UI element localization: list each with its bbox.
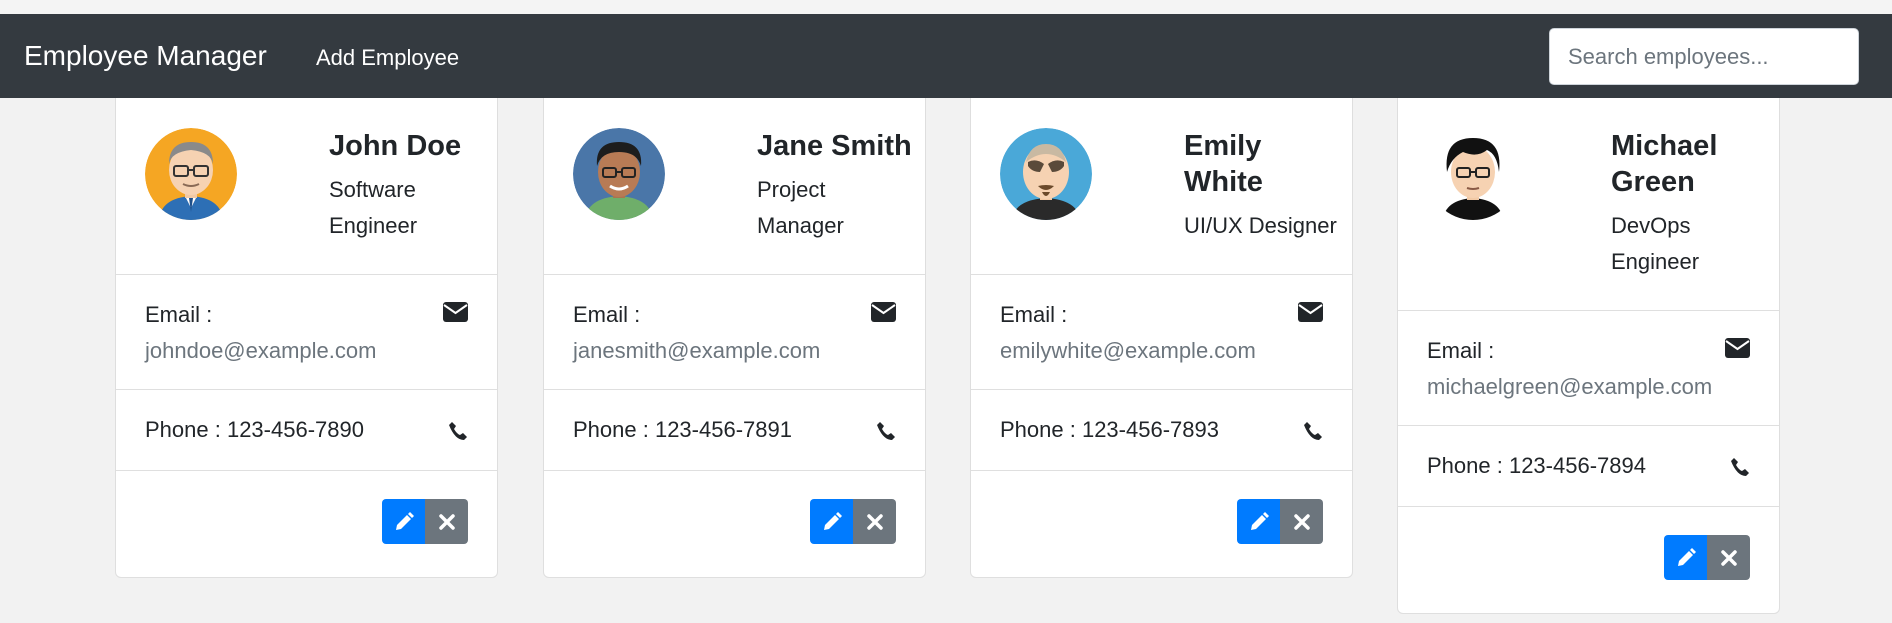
email-value: michaelgreen@example.com	[1427, 374, 1713, 399]
card-actions	[1398, 507, 1779, 613]
card-header: Emily White UI/UX Designer	[971, 98, 1352, 275]
envelope-icon[interactable]	[1298, 297, 1323, 333]
avatar-emily-icon	[1000, 128, 1092, 220]
pencil-icon	[823, 511, 842, 530]
envelope-icon[interactable]	[1725, 333, 1750, 369]
employee-title: UI/UX Designer	[1184, 213, 1337, 238]
employee-name: Michael Green	[1611, 130, 1718, 198]
delete-button[interactable]	[425, 499, 468, 544]
email-label: Email :	[1427, 338, 1495, 363]
edit-button[interactable]	[1664, 535, 1707, 580]
card-header: Michael Green DevOps Engineer	[1398, 98, 1779, 311]
edit-button[interactable]	[382, 499, 425, 544]
phone-row: Phone : 123-456-7891	[544, 390, 925, 471]
email-label: Email :	[573, 302, 641, 327]
employee-title: Software Engineer	[329, 177, 418, 238]
employee-card: Jane Smith Project Manager Email : janes…	[543, 98, 926, 578]
brand-link[interactable]: Employee Manager	[24, 38, 267, 74]
envelope-icon[interactable]	[443, 297, 468, 333]
search-input[interactable]	[1549, 28, 1859, 85]
phone-text: Phone : 123-456-7891	[573, 417, 792, 442]
pencil-icon	[1677, 547, 1696, 566]
avatar-jane-icon	[573, 128, 665, 220]
email-value: johndoe@example.com	[145, 338, 377, 363]
edit-button[interactable]	[810, 499, 853, 544]
avatar	[1427, 128, 1519, 220]
x-icon	[1293, 513, 1310, 530]
employee-card: Emily White UI/UX Designer Email : emily…	[970, 98, 1353, 578]
x-icon	[1720, 549, 1737, 566]
card-actions	[116, 471, 497, 577]
employee-title: Project Manager	[757, 177, 844, 238]
employee-card: Michael Green DevOps Engineer Email : mi…	[1397, 98, 1780, 614]
employee-name: John Doe	[329, 130, 462, 162]
email-row: Email : janesmith@example.com	[544, 275, 925, 390]
navbar: Employee Manager Add Employee	[0, 14, 1892, 98]
action-button-group	[1237, 499, 1323, 544]
pencil-icon	[395, 511, 414, 530]
email-label: Email :	[145, 302, 213, 327]
employee-card: John Doe Software Engineer Email : johnd…	[115, 98, 498, 578]
phone-icon[interactable]	[1730, 452, 1750, 488]
action-button-group	[1664, 535, 1750, 580]
phone-icon[interactable]	[876, 416, 896, 452]
phone-row: Phone : 123-456-7890	[116, 390, 497, 471]
delete-button[interactable]	[1280, 499, 1323, 544]
delete-button[interactable]	[853, 499, 896, 544]
phone-icon[interactable]	[1303, 416, 1323, 452]
email-row: Email : johndoe@example.com	[116, 275, 497, 390]
phone-icon[interactable]	[448, 416, 468, 452]
phone-text: Phone : 123-456-7894	[1427, 453, 1646, 478]
email-row: Email : emilywhite@example.com	[971, 275, 1352, 390]
avatar	[1000, 128, 1092, 220]
email-label: Email :	[1000, 302, 1068, 327]
card-header: John Doe Software Engineer	[116, 98, 497, 275]
email-value: janesmith@example.com	[573, 338, 821, 363]
x-icon	[438, 513, 455, 530]
card-actions	[971, 471, 1352, 577]
avatar	[573, 128, 665, 220]
phone-row: Phone : 123-456-7894	[1398, 426, 1779, 507]
employee-title: DevOps Engineer	[1611, 213, 1700, 274]
envelope-icon[interactable]	[871, 297, 896, 333]
avatar	[145, 128, 237, 220]
email-row: Email : michaelgreen@example.com	[1398, 311, 1779, 426]
card-header: Jane Smith Project Manager	[544, 98, 925, 275]
email-value: emilywhite@example.com	[1000, 338, 1256, 363]
add-employee-link[interactable]: Add Employee	[316, 44, 459, 72]
x-icon	[866, 513, 883, 530]
action-button-group	[810, 499, 896, 544]
phone-row: Phone : 123-456-7893	[971, 390, 1352, 471]
phone-text: Phone : 123-456-7893	[1000, 417, 1219, 442]
employee-name: Emily White	[1184, 130, 1263, 198]
top-strip	[0, 0, 1892, 14]
employee-name: Jane Smith	[757, 130, 912, 162]
avatar-john-icon	[145, 128, 237, 220]
delete-button[interactable]	[1707, 535, 1750, 580]
card-actions	[544, 471, 925, 577]
avatar-michael-icon	[1427, 128, 1519, 220]
phone-text: Phone : 123-456-7890	[145, 417, 364, 442]
action-button-group	[382, 499, 468, 544]
edit-button[interactable]	[1237, 499, 1280, 544]
pencil-icon	[1250, 511, 1269, 530]
